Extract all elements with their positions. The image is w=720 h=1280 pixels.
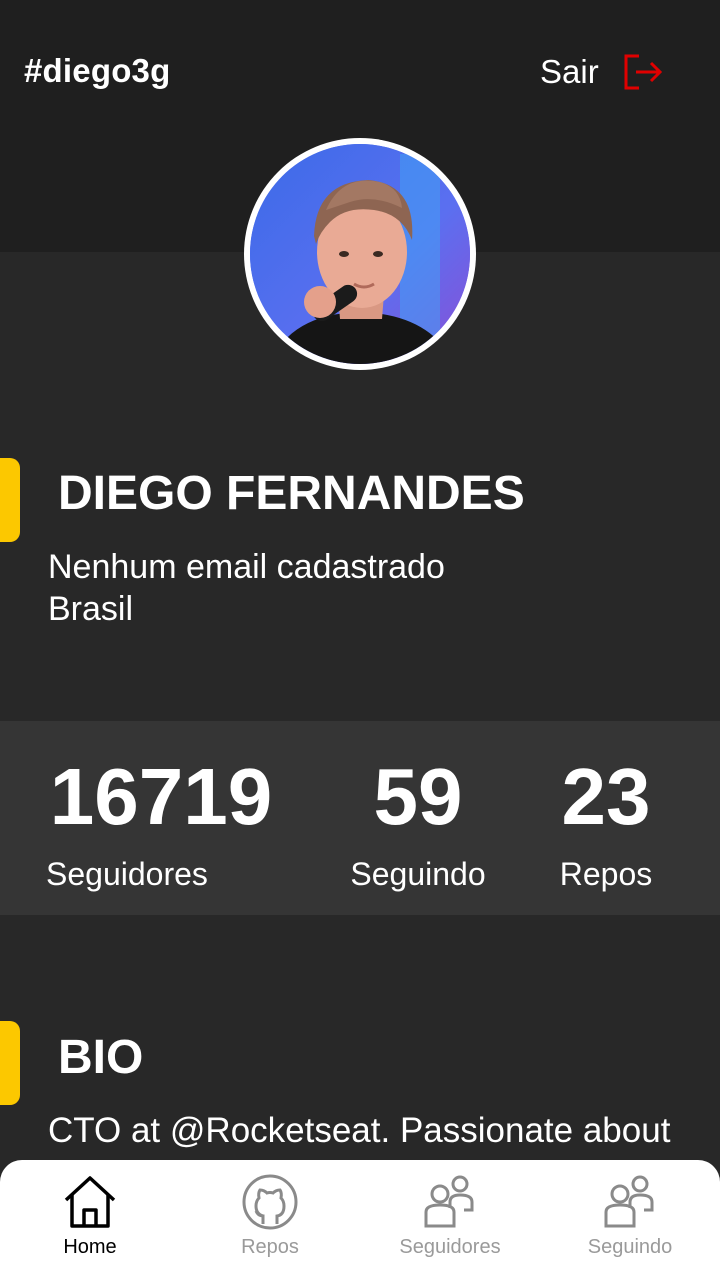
username-title: #diego3g	[24, 52, 171, 89]
bottom-tab-bar: Home Repos Seguidores Seguindo	[0, 1160, 720, 1280]
bio-text: CTO at @Rocketseat. Passionate about	[48, 1111, 671, 1150]
logout-icon	[624, 54, 662, 90]
users-icon	[420, 1172, 480, 1232]
avatar	[244, 138, 476, 370]
tab-label: Repos	[241, 1236, 299, 1258]
tab-seguidores[interactable]: Seguidores	[360, 1160, 540, 1280]
home-icon	[60, 1172, 120, 1232]
avatar-photo	[250, 144, 470, 364]
stat-label: Seguidores	[46, 856, 208, 892]
github-icon	[240, 1172, 300, 1232]
profile-email: Nenhum email cadastrado	[48, 548, 445, 586]
tab-home[interactable]: Home	[0, 1160, 180, 1280]
name-accent-bar	[0, 458, 20, 542]
stat-value: 59	[373, 752, 463, 841]
profile-name: DIEGO FERNANDES	[58, 467, 525, 520]
tab-label: Seguidores	[399, 1236, 501, 1258]
logout-button[interactable]: Sair	[540, 44, 665, 100]
tab-seguindo[interactable]: Seguindo	[540, 1160, 720, 1280]
tab-repos[interactable]: Repos	[180, 1160, 360, 1280]
stats-panel: 16719 Seguidores 59 Seguindo 23 Repos	[0, 721, 720, 915]
tab-label: Home	[63, 1236, 117, 1258]
stat-value: 16719	[49, 752, 273, 841]
bio-accent-bar	[0, 1021, 20, 1105]
stat-seguidores: 16719 Seguidores	[46, 721, 276, 915]
stat-value: 23	[561, 752, 651, 841]
tab-label: Seguindo	[587, 1236, 673, 1258]
stat-repos: 23 Repos	[546, 721, 666, 915]
users-icon	[600, 1172, 660, 1232]
stat-seguindo: 59 Seguindo	[338, 721, 498, 915]
stat-label: Seguindo	[350, 856, 486, 892]
logout-label: Sair	[540, 53, 599, 90]
profile-location: Brasil	[48, 590, 134, 628]
stat-label: Repos	[559, 856, 653, 892]
bio-title: BIO	[58, 1031, 144, 1084]
